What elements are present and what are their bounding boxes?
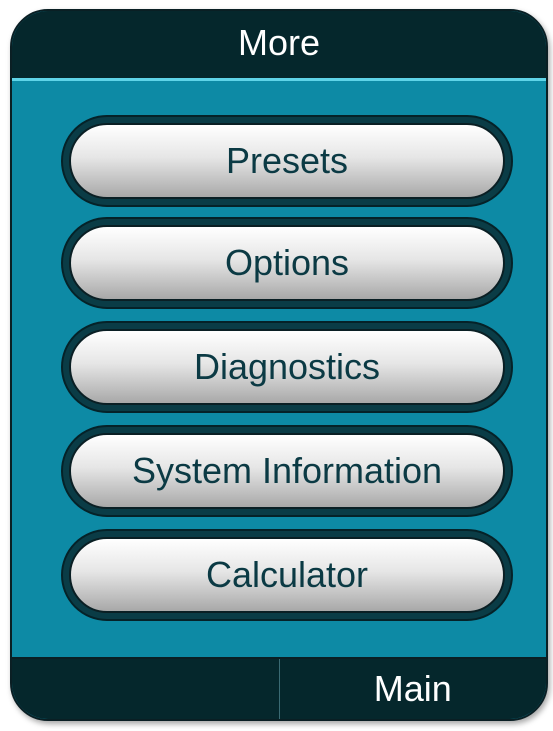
left-soft-key[interactable] bbox=[12, 659, 280, 719]
system-information-button-frame: System Information bbox=[61, 425, 513, 517]
calculator-button-frame: Calculator bbox=[61, 529, 513, 621]
presets-button-label: Presets bbox=[225, 140, 349, 181]
presets-button-frame: Presets bbox=[61, 115, 513, 207]
options-button[interactable]: Options bbox=[69, 225, 505, 301]
system-information-button-label: System Information bbox=[131, 450, 443, 491]
diagnostics-button-frame: Diagnostics bbox=[61, 321, 513, 413]
page-title: More bbox=[237, 21, 321, 63]
main-soft-key-label: Main bbox=[373, 668, 452, 709]
main-soft-key[interactable]: Main bbox=[280, 659, 547, 719]
more-menu-screen: More Presets Options Diagnostics System … bbox=[10, 9, 548, 721]
title-bar: More bbox=[12, 11, 546, 81]
soft-key-bar: Main bbox=[12, 657, 546, 719]
options-button-frame: Options bbox=[61, 217, 513, 309]
calculator-button-label: Calculator bbox=[205, 554, 369, 595]
presets-button[interactable]: Presets bbox=[69, 123, 505, 199]
calculator-button[interactable]: Calculator bbox=[69, 537, 505, 613]
options-button-label: Options bbox=[224, 242, 350, 283]
diagnostics-button-label: Diagnostics bbox=[193, 346, 381, 387]
system-information-button[interactable]: System Information bbox=[69, 433, 505, 509]
diagnostics-button[interactable]: Diagnostics bbox=[69, 329, 505, 405]
